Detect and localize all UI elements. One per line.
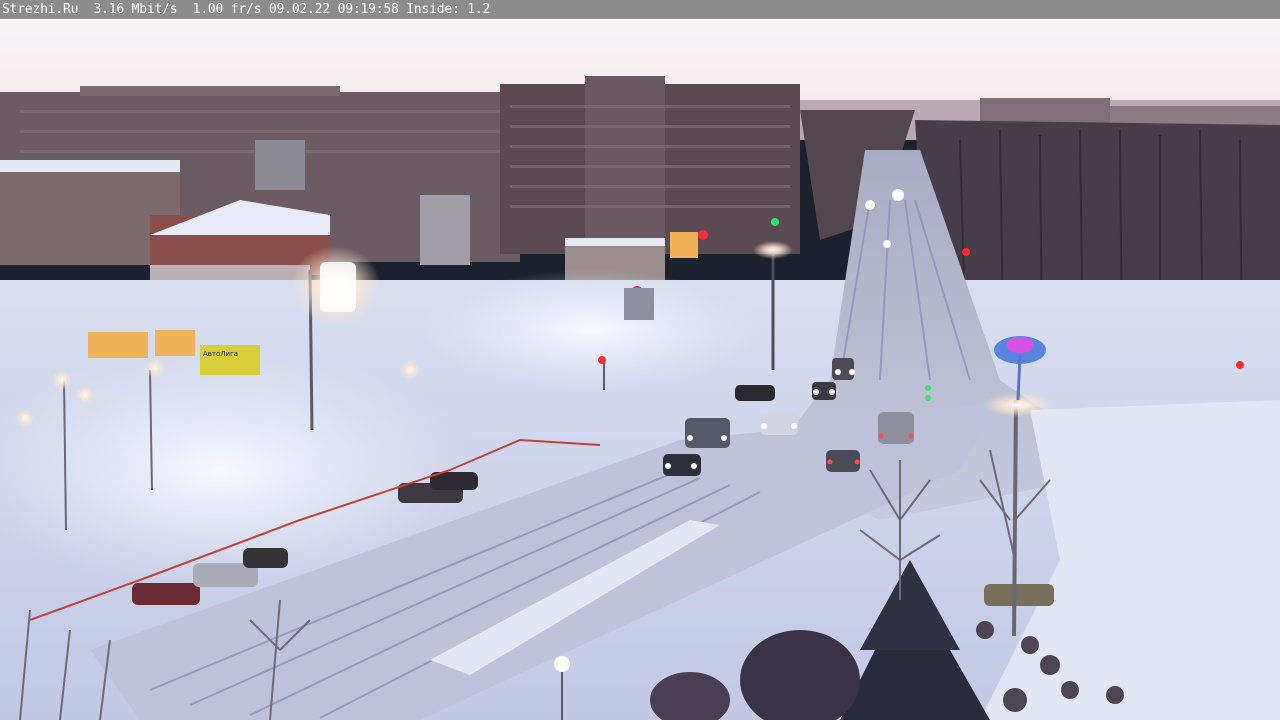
store-sign-text: АвтоЛига [203, 350, 238, 358]
camera-osd-bar: Strezhi.Ru 3.16 Mbit/s 1.00 fr/s 09.02.2… [0, 0, 1280, 19]
winter-street-scene: АвтоЛига [0, 0, 1280, 720]
camera-osd-text: Strezhi.Ru 3.16 Mbit/s 1.00 fr/s 09.02.2… [2, 2, 491, 17]
webcam-frame: АвтоЛига [0, 0, 1280, 720]
monument [624, 288, 654, 320]
